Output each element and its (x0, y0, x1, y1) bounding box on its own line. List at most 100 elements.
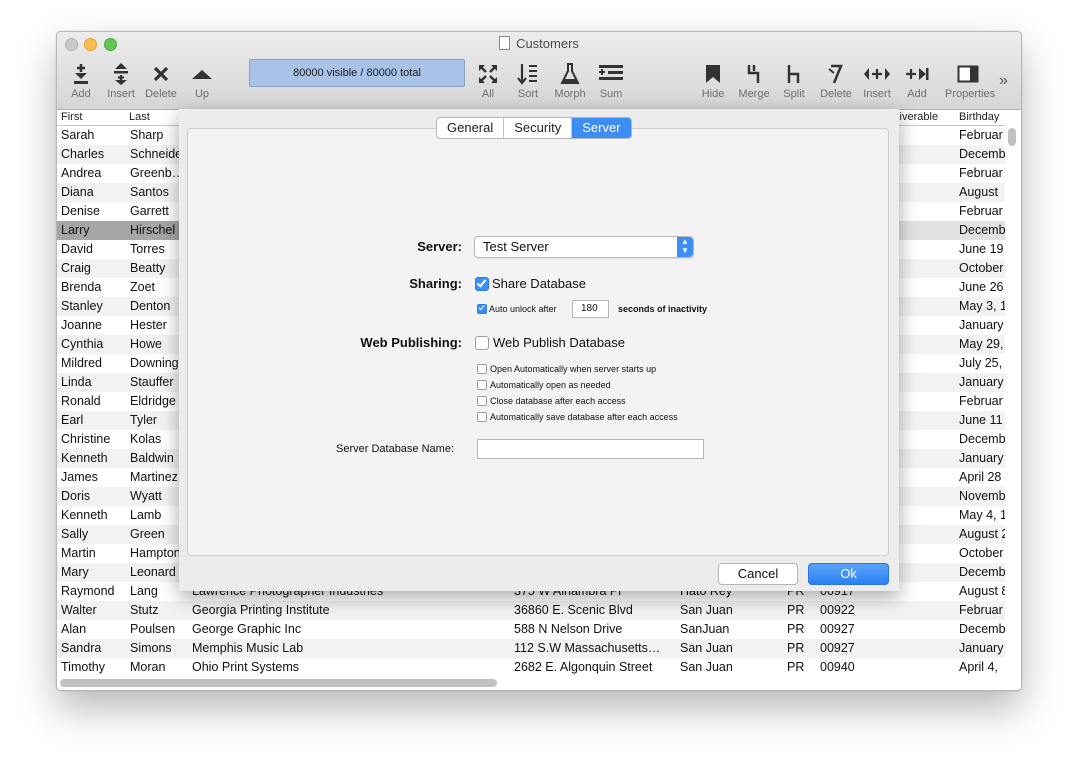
cell-first: Joanne (61, 318, 103, 332)
split-button[interactable]: Split (771, 62, 817, 100)
web-publish-database-checkbox[interactable] (475, 336, 489, 350)
cell-first: Stanley (61, 299, 103, 313)
table-row[interactable]: Alan Poulsen George Graphic Inc 588 N Nelso… (57, 620, 1005, 639)
close-after-access-label: Close database after each access (490, 396, 626, 406)
cell-birthday: July 25, (959, 356, 1003, 370)
cell-state: PR (787, 641, 805, 655)
table-row[interactable]: Sandra Simons Memphis Music Lab 112 S.W Mas… (57, 639, 1005, 658)
cell-company: Georgia Printing Institute (192, 603, 330, 617)
save-after-access-label: Automatically save database after each a… (490, 412, 678, 422)
cell-birthday: January (959, 451, 1004, 465)
cell-first: Walter (61, 603, 97, 617)
cell-last: Greenb… (130, 166, 182, 180)
add-column-button[interactable]: Add (894, 62, 940, 100)
open-automatically-checkbox[interactable] (477, 364, 487, 374)
cell-last: Denton (130, 299, 171, 313)
cell-birthday: April 4, (959, 660, 998, 674)
tab-server[interactable]: Server (572, 118, 631, 138)
cell-last: Moran (130, 660, 166, 674)
hide-button[interactable]: Hide (690, 62, 736, 100)
cancel-button[interactable]: Cancel (718, 563, 798, 585)
auto-unlock-checkbox[interactable] (477, 304, 487, 314)
cell-last: Hampton (130, 546, 181, 560)
cell-first: Kenneth (61, 451, 108, 465)
server-database-name-input[interactable] (477, 439, 704, 459)
up-button[interactable]: Up (179, 62, 225, 100)
cell-birthday: June 26 (959, 280, 1004, 294)
cell-birthday: Februar (959, 204, 1003, 218)
delete-column-button[interactable]: Delete (813, 62, 859, 100)
cell-address: 588 N Nelson Drive (514, 622, 623, 636)
cell-first: Doris (61, 489, 91, 503)
cell-last: Eldridge (130, 394, 176, 408)
cell-zip: 00922 (820, 603, 855, 617)
properties-button[interactable]: Properties (945, 62, 995, 100)
cell-birthday: May 3, 1 (959, 299, 1005, 313)
sort-icon (517, 64, 537, 85)
column-header-first[interactable]: First (61, 111, 82, 123)
ok-button[interactable]: Ok (808, 563, 889, 585)
table-row[interactable]: Walter Stutz Georgia Printing Institute 368… (57, 601, 1005, 620)
tab-security[interactable]: Security (504, 118, 573, 138)
cell-birthday: January (959, 318, 1004, 332)
expand-all-icon (479, 65, 497, 83)
cell-zip: 00940 (820, 660, 855, 674)
delete-x-icon (153, 66, 169, 82)
cell-last: Kolas (130, 432, 162, 446)
cell-birthday: May 4, 1 (959, 508, 1005, 522)
cell-first: Christine (61, 432, 111, 446)
cell-first: Sandra (61, 641, 102, 655)
close-after-access-checkbox[interactable] (477, 396, 487, 406)
cell-first: Brenda (61, 280, 102, 294)
horizontal-scrollbar[interactable] (60, 679, 497, 687)
save-after-access-checkbox[interactable] (477, 412, 487, 422)
sum-icon (599, 65, 623, 80)
share-database-checkbox[interactable] (475, 277, 489, 291)
seconds-of-inactivity-label: seconds of inactivity (618, 304, 708, 314)
window-title-text: Customers (516, 36, 579, 51)
delete-button[interactable]: Delete (138, 62, 184, 100)
web-publish-database-label: Web Publish Database (493, 335, 626, 350)
cell-first: Timothy (61, 660, 105, 674)
table-row[interactable]: Timothy Moran Ohio Print Systems 2682 E. Al… (57, 658, 1005, 677)
column-header-birthday[interactable]: Birthday (959, 111, 999, 123)
delete-column-label: Delete (820, 88, 852, 100)
cell-birthday: Novemb (959, 489, 1005, 503)
web-publishing-label: Web Publishing: (360, 335, 462, 350)
cell-last: Torres (130, 242, 165, 256)
server-panel: Server: Test Server ▲ ▼ Sharing: Share Da… (187, 128, 889, 556)
cell-address: 36860 E. Scenic Blvd (514, 603, 633, 617)
sum-button[interactable]: Sum (588, 62, 634, 100)
server-select[interactable]: Test Server ▲ ▼ (474, 236, 694, 258)
auto-unlock-label: Auto unlock after (489, 304, 557, 314)
toolbar-overflow-button[interactable]: » (999, 72, 1008, 90)
cell-last: Schneide (130, 147, 182, 161)
cell-first: Alan (61, 622, 87, 636)
automatically-open-checkbox[interactable] (477, 380, 487, 390)
cell-first: Linda (61, 375, 92, 389)
cell-first: Sarah (61, 128, 95, 142)
share-database-label: Share Database (492, 276, 586, 291)
cell-company: Ohio Print Systems (192, 660, 299, 674)
cell-first: Craig (61, 261, 91, 275)
morph-button[interactable]: Morph (547, 62, 593, 100)
cell-first: Sally (61, 527, 89, 541)
cell-birthday: August 2 (959, 527, 1005, 541)
cell-first: Cynthia (61, 337, 104, 351)
tab-general[interactable]: General (437, 118, 505, 138)
delete-label: Delete (145, 88, 177, 100)
cell-birthday: January (959, 375, 1004, 389)
hide-label: Hide (701, 88, 725, 100)
vertical-scrollbar[interactable] (1008, 128, 1016, 146)
cell-birthday: August 8 (959, 584, 1005, 598)
cell-last: Lang (130, 584, 158, 598)
auto-unlock-seconds-input[interactable]: 180 (572, 300, 609, 318)
cell-last: Wyatt (130, 489, 162, 503)
cell-city: San Juan (680, 660, 733, 674)
sort-button[interactable]: Sort (505, 62, 551, 100)
column-header-last[interactable]: Last (129, 111, 150, 123)
server-label: Server: (417, 239, 462, 254)
insert-column-icon (864, 68, 890, 80)
add-column-icon (906, 68, 929, 80)
cell-first: Diana (61, 185, 94, 199)
